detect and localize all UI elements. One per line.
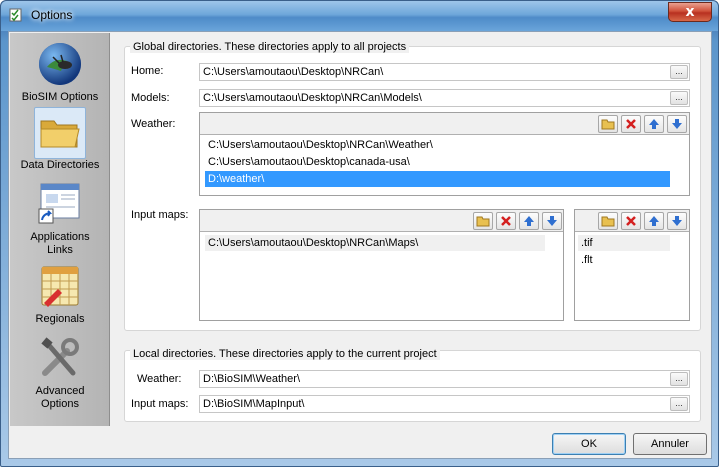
- weather-move-up-button[interactable]: [644, 115, 664, 133]
- weather-list-toolbar: [200, 113, 689, 135]
- home-path-value: C:\Users\amoutaou\Desktop\NRCan\: [203, 66, 384, 78]
- local-input-maps-path-value: D:\BioSIM\MapInput\: [203, 398, 305, 410]
- extensions-add-button[interactable]: [598, 212, 618, 230]
- options-app-icon: [9, 8, 22, 22]
- folder-icon: [476, 216, 490, 227]
- models-label: Models:: [131, 92, 170, 104]
- local-weather-path-field[interactable]: D:\BioSIM\Weather\ ...: [199, 370, 690, 388]
- weather-directories-list[interactable]: C:\Users\amoutaou\Desktop\NRCan\Weather\…: [199, 112, 690, 196]
- extensions-move-up-button[interactable]: [644, 212, 664, 230]
- delete-icon: [626, 216, 636, 226]
- weather-add-folder-button[interactable]: [598, 115, 618, 133]
- cancel-button[interactable]: Annuler: [633, 433, 707, 455]
- close-button[interactable]: x: [668, 2, 712, 22]
- local-weather-label: Weather:: [137, 373, 182, 385]
- extensions-move-down-button[interactable]: [667, 212, 687, 230]
- local-input-maps-label: Input maps:: [131, 398, 189, 410]
- sidebar-item-label: Regionals: [35, 313, 85, 325]
- calendar-grid-icon: [41, 266, 79, 307]
- dialog-body: BioSIM Options Data Directories Applicat…: [8, 31, 712, 459]
- models-path-field[interactable]: C:\Users\amoutaou\Desktop\NRCan\Models\ …: [199, 89, 690, 107]
- sidebar-item-biosim-options[interactable]: BioSIM Options: [10, 39, 110, 104]
- title-bar[interactable]: Options x: [1, 1, 718, 31]
- folder-icon: [601, 119, 615, 130]
- options-sidebar: BioSIM Options Data Directories Applicat…: [10, 33, 110, 426]
- sidebar-item-regionals[interactable]: Regionals: [10, 261, 110, 326]
- delete-icon: [501, 216, 511, 226]
- arrow-down-icon: [672, 119, 682, 129]
- arrow-up-icon: [649, 216, 659, 226]
- folder-icon: [601, 216, 615, 227]
- input-maps-add-folder-button[interactable]: [473, 212, 493, 230]
- window-title: Options: [31, 8, 73, 22]
- delete-icon: [626, 119, 636, 129]
- sidebar-item-label: Applications Links: [30, 231, 90, 256]
- app-window-shortcut-icon: [38, 183, 80, 223]
- arrow-up-icon: [649, 119, 659, 129]
- models-path-value: C:\Users\amoutaou\Desktop\NRCan\Models\: [203, 92, 422, 104]
- arrow-up-icon: [524, 216, 534, 226]
- weather-label: Weather:: [131, 118, 176, 130]
- extensions-toolbar: [575, 210, 689, 232]
- local-input-maps-path-field[interactable]: D:\BioSIM\MapInput\ ...: [199, 395, 690, 413]
- extensions-list[interactable]: .tif .flt: [574, 209, 690, 321]
- arrow-down-icon: [547, 216, 557, 226]
- weather-list-item[interactable]: C:\Users\amoutaou\Desktop\NRCan\Weather\: [205, 137, 670, 153]
- sidebar-item-label: BioSIM Options: [21, 91, 99, 103]
- models-browse-button[interactable]: ...: [670, 91, 688, 105]
- local-input-maps-browse-button[interactable]: ...: [670, 397, 688, 411]
- input-maps-list-item[interactable]: C:\Users\amoutaou\Desktop\NRCan\Maps\: [205, 235, 545, 251]
- input-maps-delete-button[interactable]: [496, 212, 516, 230]
- home-label: Home:: [131, 65, 164, 77]
- sidebar-item-applications-links[interactable]: Applications Links: [10, 179, 110, 257]
- local-weather-path-value: D:\BioSIM\Weather\: [203, 373, 300, 385]
- extension-item[interactable]: .flt: [578, 252, 670, 268]
- biosim-logo-icon: [39, 42, 81, 85]
- global-directories-title: Global directories. These directories ap…: [130, 41, 410, 53]
- home-browse-button[interactable]: ...: [670, 65, 688, 79]
- home-path-field[interactable]: C:\Users\amoutaou\Desktop\NRCan\ ...: [199, 63, 690, 81]
- local-weather-browse-button[interactable]: ...: [670, 372, 688, 386]
- sidebar-item-label: Advanced Options: [35, 385, 85, 410]
- weather-list-item[interactable]: C:\Users\amoutaou\Desktop\canada-usa\: [205, 154, 670, 170]
- input-maps-toolbar: [200, 210, 563, 232]
- input-maps-move-up-button[interactable]: [519, 212, 539, 230]
- input-maps-list[interactable]: C:\Users\amoutaou\Desktop\NRCan\Maps\: [199, 209, 564, 321]
- folder-icon: [40, 120, 80, 147]
- local-directories-title: Local directories. These directories app…: [130, 348, 440, 360]
- extensions-delete-button[interactable]: [621, 212, 641, 230]
- options-window: Options x BioSIM Options Data Directorie…: [0, 0, 719, 467]
- extension-item[interactable]: .tif: [578, 235, 670, 251]
- weather-list-item-selected[interactable]: D:\weather\: [205, 171, 670, 187]
- sidebar-item-advanced-options[interactable]: Advanced Options: [10, 333, 110, 411]
- weather-move-down-button[interactable]: [667, 115, 687, 133]
- input-maps-move-down-button[interactable]: [542, 212, 562, 230]
- input-maps-label: Input maps:: [131, 209, 189, 221]
- weather-delete-button[interactable]: [621, 115, 641, 133]
- arrow-down-icon: [672, 216, 682, 226]
- sidebar-item-data-directories[interactable]: Data Directories: [10, 107, 110, 172]
- sidebar-item-label: Data Directories: [20, 159, 100, 171]
- ok-button[interactable]: OK: [552, 433, 626, 455]
- tools-icon: [41, 336, 79, 376]
